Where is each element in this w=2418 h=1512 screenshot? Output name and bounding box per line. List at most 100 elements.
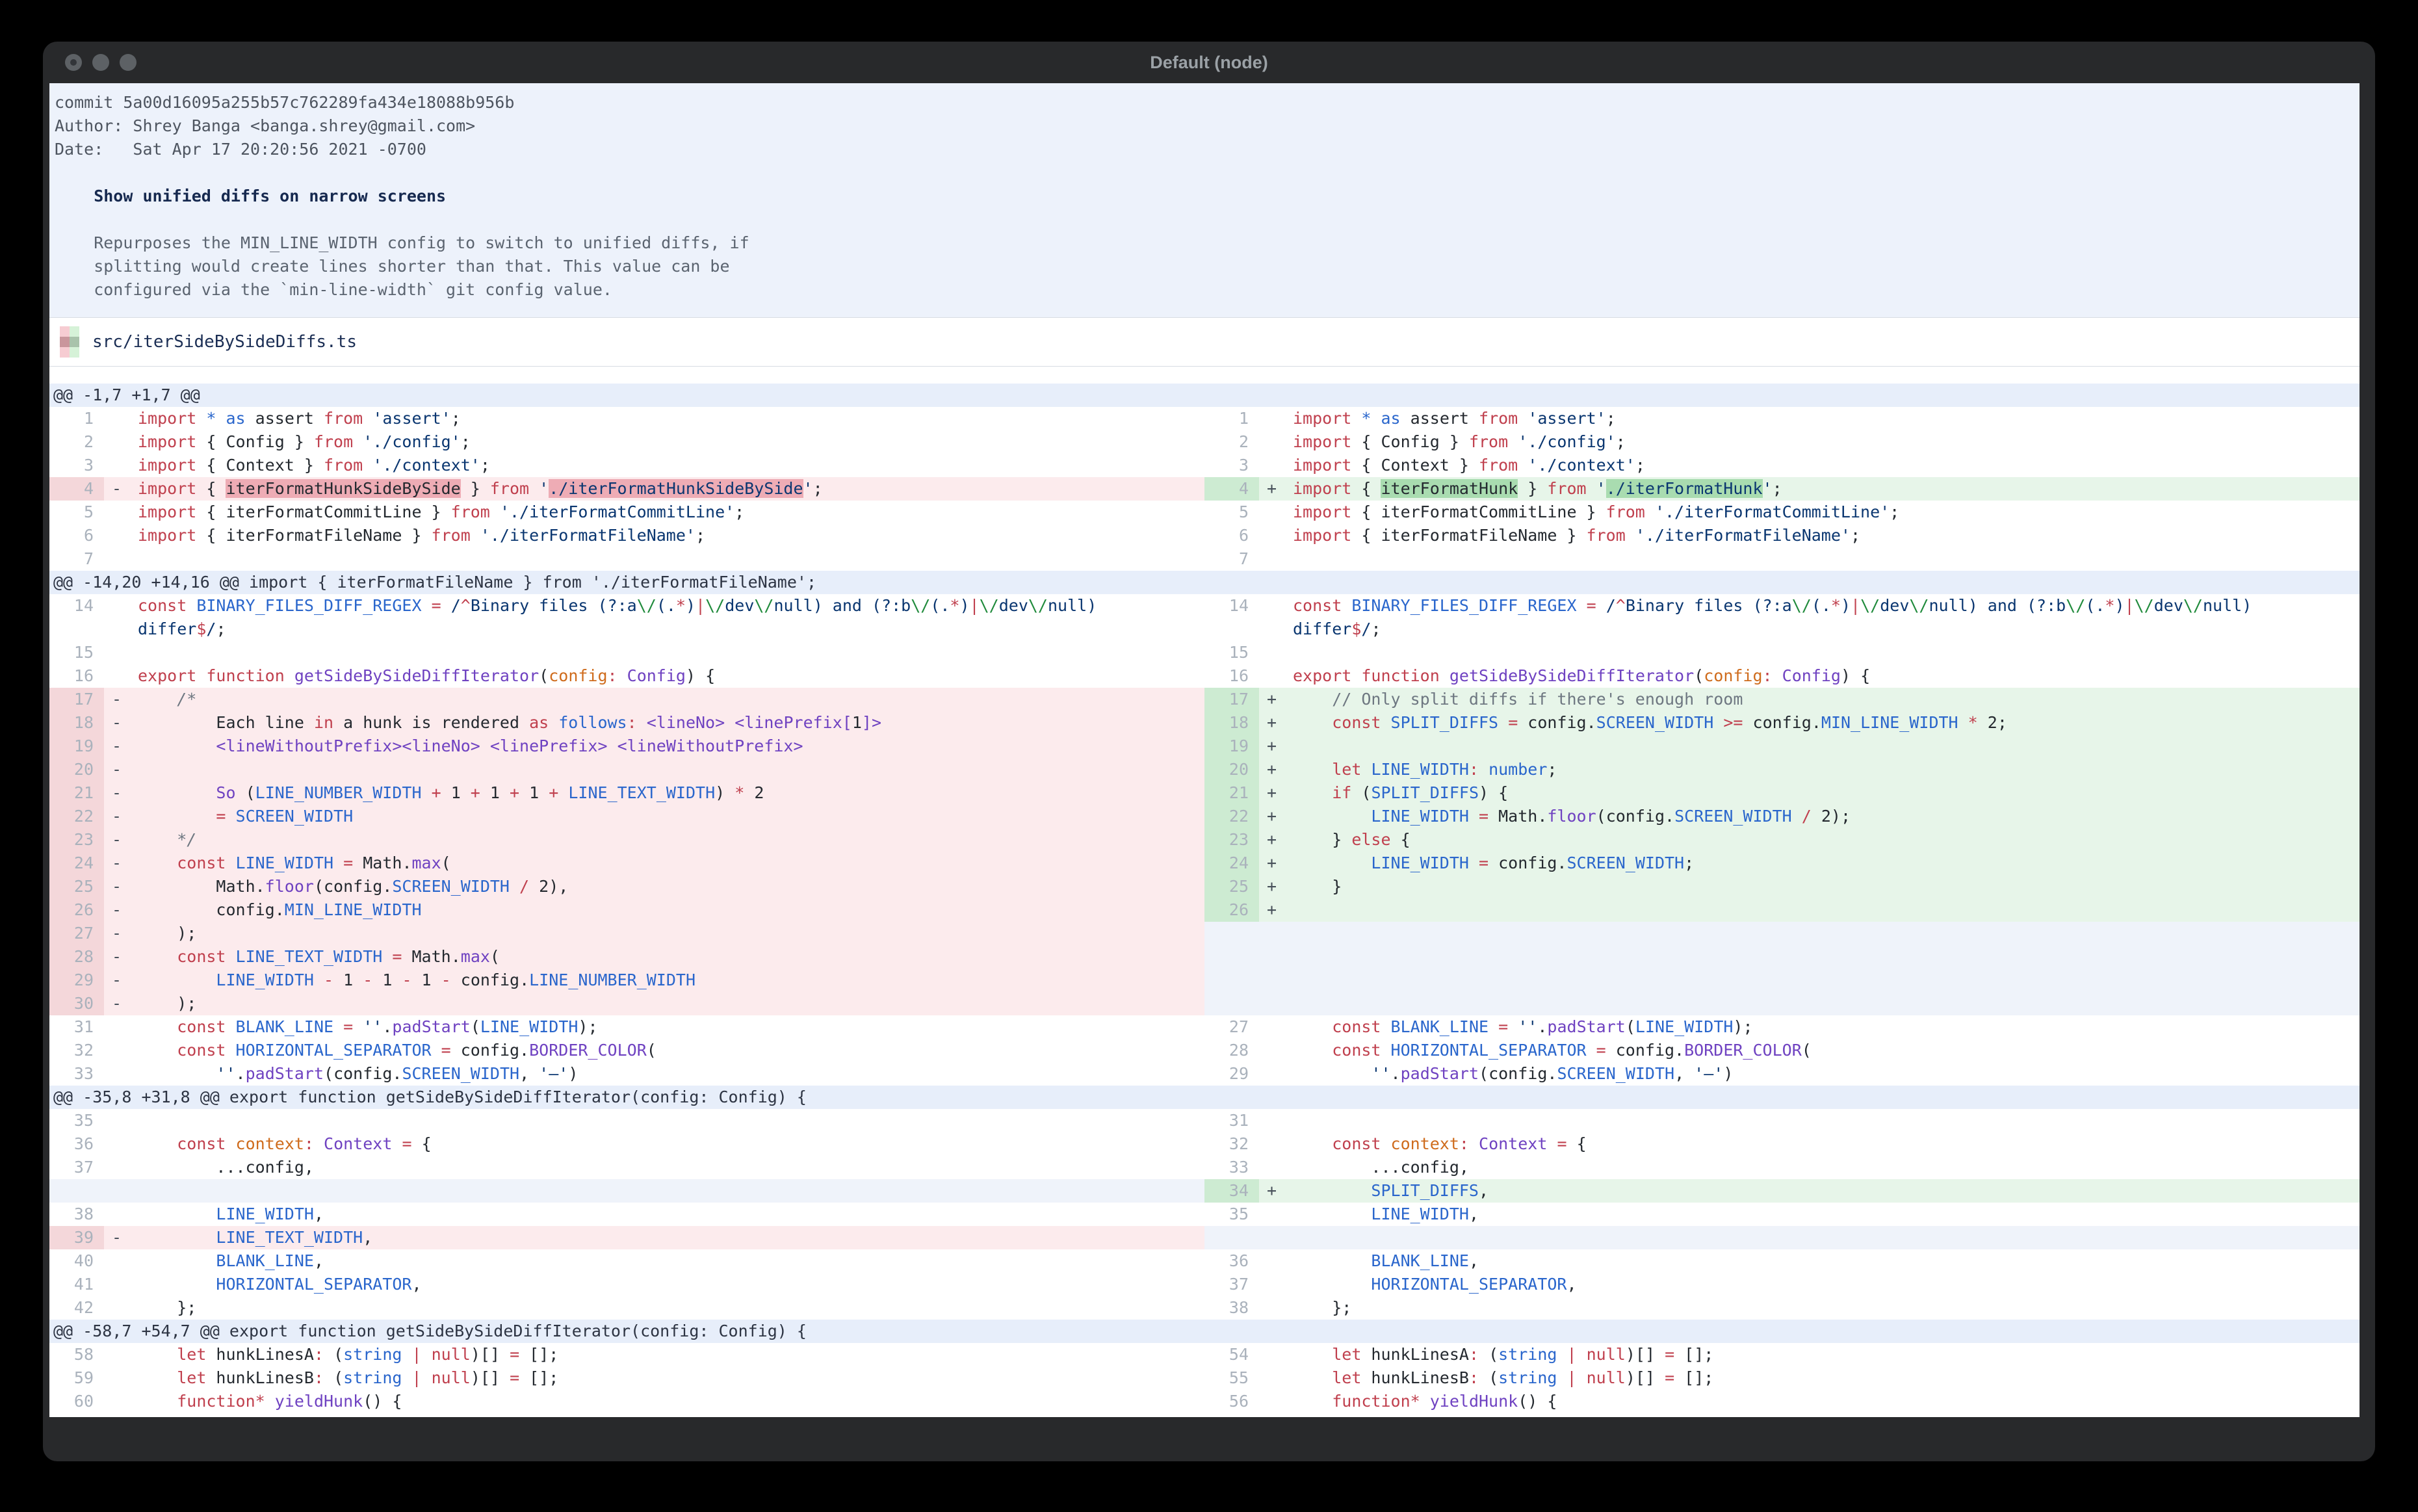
line-number: 42 <box>73 1298 94 1317</box>
code-token: if <box>1332 783 1352 802</box>
code-token: import <box>138 456 197 475</box>
diff-row: 58 let hunkLinesA: (string | null)[] = [… <box>49 1343 1204 1366</box>
diff-marker: + <box>1267 900 1277 919</box>
code-token: from <box>1606 502 1645 521</box>
code-token: \/ <box>754 596 774 615</box>
diff-marker: - <box>112 760 122 779</box>
code-token: 2 <box>744 783 764 802</box>
diff-row: 32 const HORIZONTAL_SEPARATOR = config.B… <box>49 1039 1204 1062</box>
code-token: let <box>177 1368 207 1387</box>
diff-row: 5 import { iterFormatCommitLine } from '.… <box>49 501 1204 524</box>
diff-row: 22 + LINE_WIDTH = Math.floor(config.SCREE… <box>1204 805 2360 828</box>
diff-marker: - <box>112 783 122 802</box>
diff-row-pair: 23- */23 + } else { <box>49 828 2360 852</box>
code-token: function <box>1361 666 1440 685</box>
diff-row-pair: 32 const HORIZONTAL_SEPARATOR = config.B… <box>49 1039 2360 1062</box>
line-number: 56 <box>1228 1392 1249 1411</box>
close-button[interactable] <box>65 54 82 71</box>
code-token: ( <box>646 1041 656 1060</box>
code-token: ( <box>1351 783 1372 802</box>
line-number: 15 <box>1228 643 1249 662</box>
code-token: from <box>323 456 363 475</box>
code-token: import <box>138 526 197 545</box>
code-token: './context' <box>1528 456 1635 475</box>
code-line: }; <box>138 1296 1204 1320</box>
diff-row: 35 <box>49 1109 1204 1132</box>
code-token: null <box>1586 1345 1626 1364</box>
line-number: 17 <box>1204 688 1259 711</box>
diff-row-pair: differ$/; differ$/; <box>49 618 2360 641</box>
code-token: (. <box>2085 596 2105 615</box>
diff-marker <box>104 1062 138 1086</box>
diff-row-pair: 77 <box>49 547 2360 571</box>
diff-table: @@ -1,7 +1,7 @@ 1 import * as assert from … <box>49 384 2360 1413</box>
line-number: 36 <box>1228 1251 1249 1270</box>
diff-row-pair: 59 let hunkLinesB: (string | null)[] = [… <box>49 1366 2360 1390</box>
code-token: \/ <box>979 596 999 615</box>
code-token: LINE_WIDTH <box>235 854 334 872</box>
code-token: <linePrefix> <box>489 736 608 755</box>
code-token: LINE_WIDTH <box>1371 1205 1469 1223</box>
code-token: SPLIT_DIFFS <box>1390 713 1499 732</box>
minimize-button[interactable] <box>92 54 109 71</box>
zoom-button[interactable] <box>120 54 136 71</box>
code-line: } else { <box>1293 828 2360 852</box>
diff-row: 25 + } <box>1204 875 2360 898</box>
diff-row-pair: 1 import * as assert from 'assert'; 1 impor… <box>49 407 2360 430</box>
code-token: : <box>313 1368 324 1387</box>
line-number: 1 <box>1238 409 1249 428</box>
code-token: string <box>1498 1368 1557 1387</box>
diff-row: 35 LINE_WIDTH, <box>1204 1203 2360 1226</box>
code-token: }; <box>1293 1298 1352 1317</box>
code-token: ( <box>489 947 500 966</box>
line-number: 29 <box>49 969 104 992</box>
code-token: = <box>1479 807 1489 826</box>
code-token: config. <box>1606 1041 1685 1060</box>
code-line: import { iterFormatFileName } from './it… <box>1293 524 2360 547</box>
file-header: src/iterSideBySideDiffs.ts <box>49 317 2360 367</box>
code-line <box>1293 547 2360 571</box>
code-token: ; <box>695 526 706 545</box>
code-token: const <box>1332 1017 1381 1036</box>
code-line <box>138 641 1204 664</box>
code-token: \/ <box>1860 596 1880 615</box>
code-token: from <box>489 479 530 498</box>
line-number: 22 <box>49 805 104 828</box>
diff-row-pair: 24- const LINE_WIDTH = Math.max(24 + LINE… <box>49 852 2360 875</box>
line-number: 2 <box>1238 432 1249 451</box>
code-token: ; <box>1615 432 1626 451</box>
diff-marker <box>1259 1273 1293 1296</box>
code-token: padStart <box>245 1064 324 1083</box>
code-token: Config <box>1782 666 1841 685</box>
diff-row: 30- ); <box>49 992 1204 1015</box>
line-number: 24 <box>49 852 104 875</box>
code-token: BLANK_LINE <box>1371 1251 1469 1270</box>
diff-marker: + <box>1267 1181 1277 1200</box>
line-number: 23 <box>1204 828 1259 852</box>
code-token: { iterFormatFileName } <box>1351 526 1587 545</box>
line-number: 24 <box>1204 852 1259 875</box>
code-token: = <box>1665 1368 1675 1387</box>
line-number: 4 <box>49 477 104 501</box>
diff-row-pair: 25- Math.floor(config.SCREEN_WIDTH / 2),… <box>49 875 2360 898</box>
line-number: 18 <box>49 711 104 735</box>
diff-row-pair: 18- Each line in a hunk is rendered as f… <box>49 711 2360 735</box>
code-line: let hunkLinesA: (string | null)[] = []; <box>1293 1343 2360 1366</box>
diff-marker: + <box>1267 854 1277 872</box>
code-line: import { iterFormatHunk } from './iterFo… <box>1293 477 2360 501</box>
diff-row-pair: 26- config.MIN_LINE_WIDTH 26 + <box>49 898 2360 922</box>
code-token: () { <box>1518 1392 1557 1411</box>
